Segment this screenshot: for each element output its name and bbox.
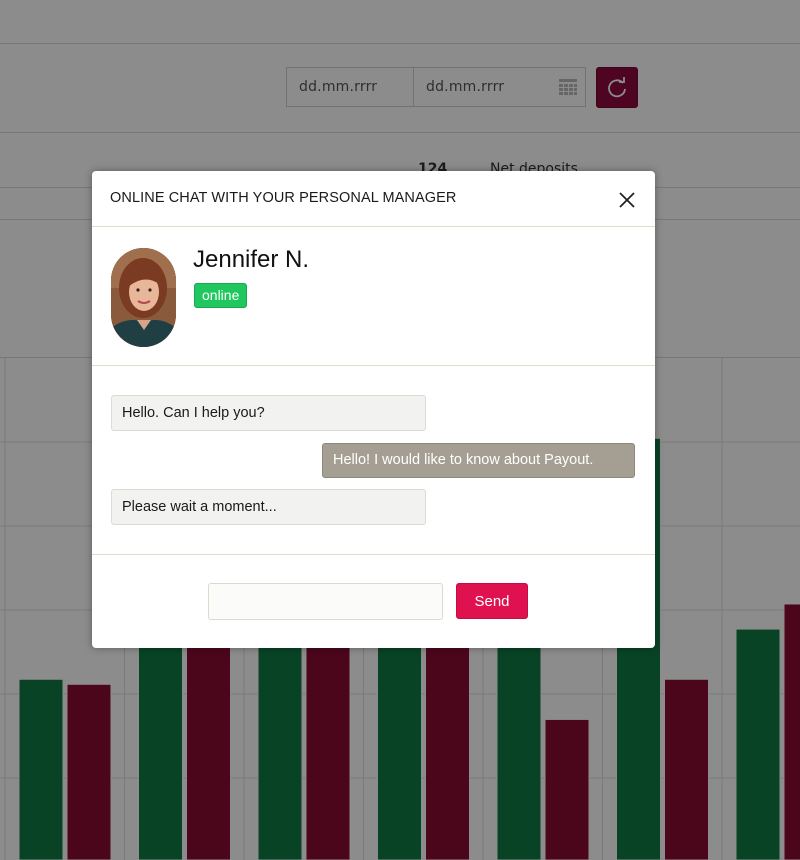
avatar bbox=[111, 248, 176, 347]
modal-title: ONLINE CHAT WITH YOUR PERSONAL MANAGER bbox=[110, 190, 457, 206]
composer: Send bbox=[92, 555, 655, 648]
manager-info: Jennifer N. online bbox=[92, 227, 655, 366]
message-list: Hello. Can I help you? Hello! I would li… bbox=[92, 366, 655, 555]
send-button[interactable]: Send bbox=[456, 583, 528, 619]
status-badge: online bbox=[194, 283, 248, 308]
message-manager: Hello. Can I help you? bbox=[111, 395, 426, 431]
modal-header: ONLINE CHAT WITH YOUR PERSONAL MANAGER bbox=[92, 171, 655, 227]
message-manager: Please wait a moment... bbox=[111, 489, 426, 525]
manager-portrait bbox=[111, 248, 176, 347]
message-user: Hello! I would like to know about Payout… bbox=[322, 443, 635, 478]
app-root: dd.mm.rrrr dd.mm.rrrr 124 Net deposits O… bbox=[0, 0, 800, 860]
chat-modal: ONLINE CHAT WITH YOUR PERSONAL MANAGER J… bbox=[92, 171, 655, 648]
close-icon[interactable] bbox=[614, 187, 640, 213]
message-input[interactable] bbox=[208, 583, 443, 620]
manager-name: Jennifer N. bbox=[193, 246, 310, 273]
